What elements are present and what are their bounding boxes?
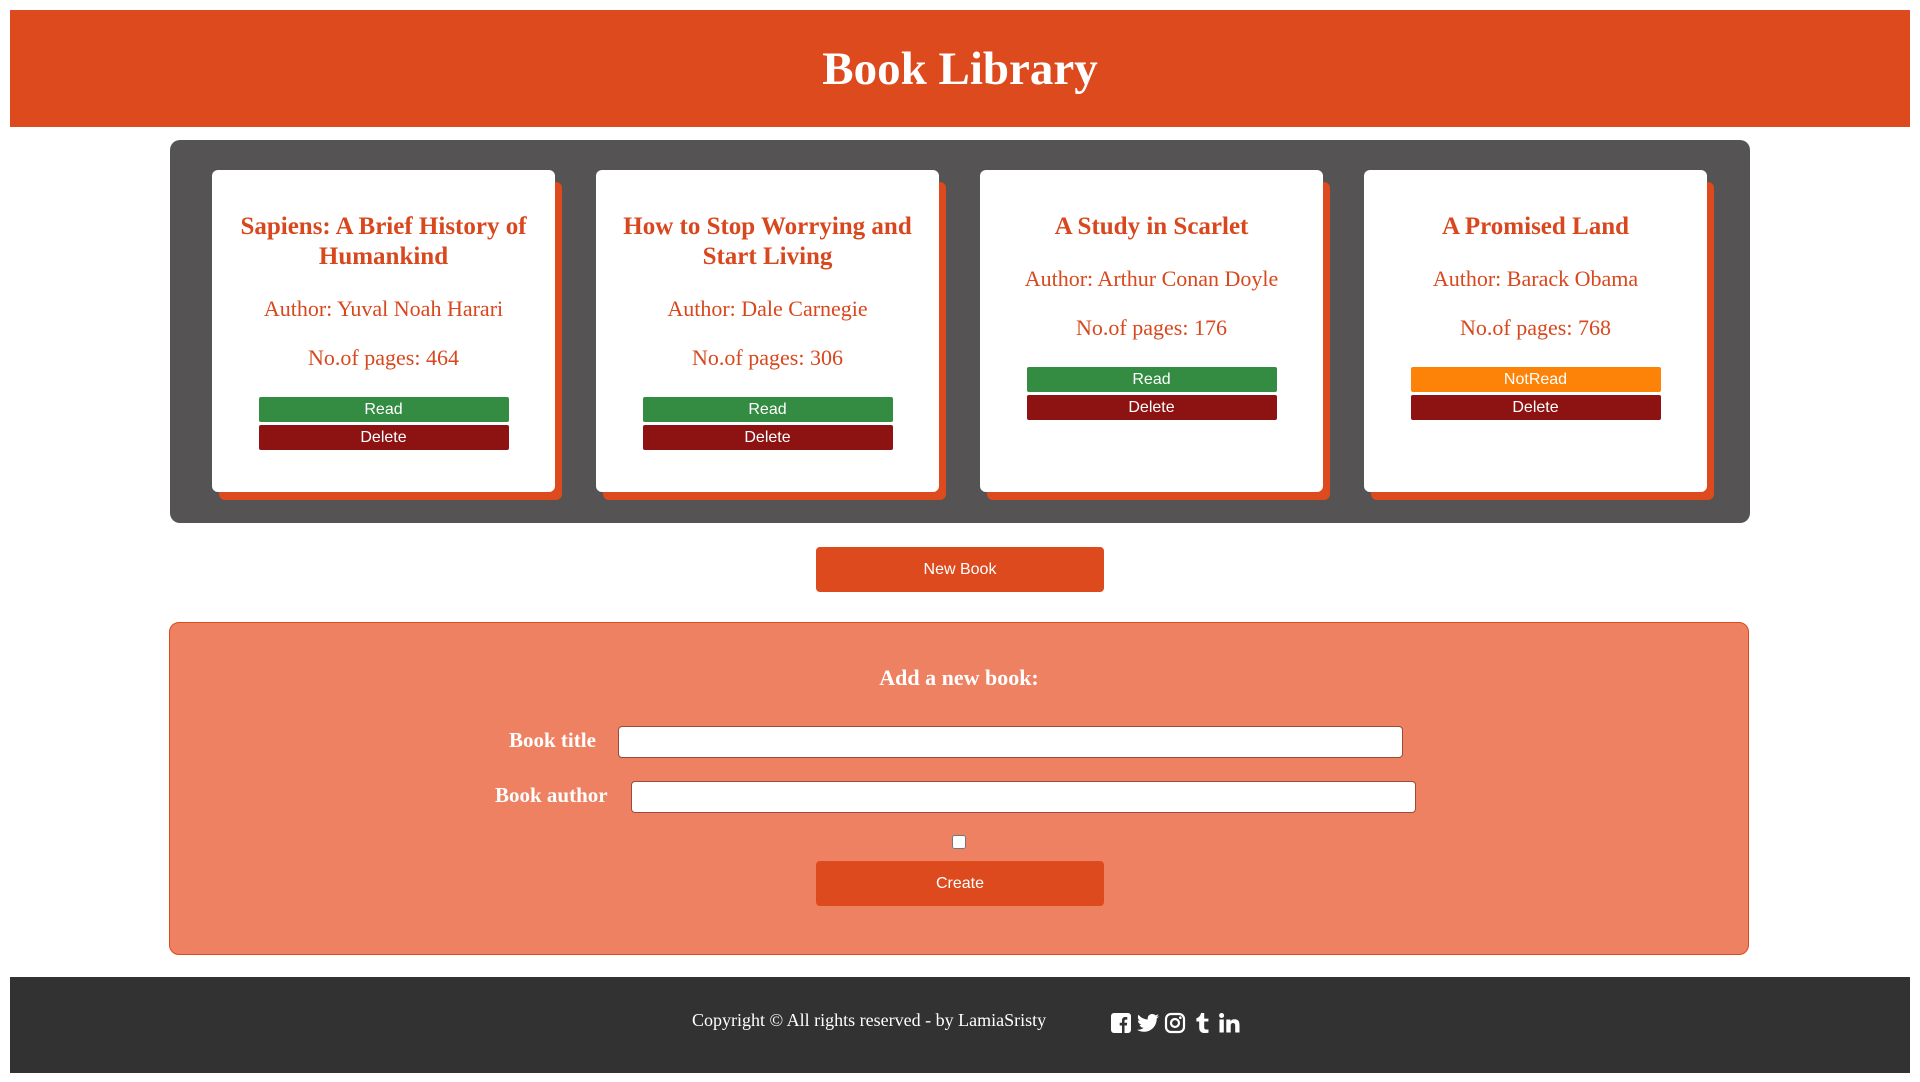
tumblr-icon[interactable] [1190,1011,1214,1035]
delete-button[interactable]: Delete [1026,395,1277,420]
book-pages: No.of pages: 768 [1460,315,1611,340]
form-heading: Add a new book: [879,665,1039,690]
delete-button[interactable]: Delete [642,425,893,450]
create-button[interactable]: Create [816,861,1104,906]
linkedin-icon[interactable] [1217,1011,1241,1035]
read-status-button[interactable]: Read [258,397,509,422]
book-card-body: A Study in Scarlet Author: Arthur Conan … [980,170,1323,492]
book-author: Author: Barack Obama [1432,266,1639,291]
book-library-grid: Sapiens: A Brief History of Humankind Au… [170,140,1750,523]
book-author: Author: Dale Carnegie [667,296,868,321]
new-book-button[interactable]: New Book [816,547,1104,592]
copyright-text: Copyright © All rights reserved - by Lam… [692,1010,1047,1030]
book-author-label: Book author [495,783,608,807]
read-status-button[interactable]: NotRead [1410,367,1661,392]
book-card: Sapiens: A Brief History of Humankind Au… [212,170,562,500]
book-pages: No.of pages: 464 [308,345,459,370]
book-title: A Study in Scarlet [1054,213,1249,240]
book-title: How to Stop Worrying and Start Living [623,213,912,270]
delete-button[interactable]: Delete [258,425,509,450]
book-actions: NotRead Delete [1410,367,1661,420]
instagram-icon[interactable] [1163,1011,1187,1035]
book-title: Sapiens: A Brief History of Humankind [240,213,527,270]
add-book-form: Add a new book: Book title Book author C… [169,622,1749,955]
book-title-label: Book title [509,728,596,752]
book-author-input[interactable] [631,781,1416,813]
book-card: A Study in Scarlet Author: Arthur Conan … [980,170,1330,500]
book-actions: Read Delete [258,397,509,450]
delete-button[interactable]: Delete [1410,395,1661,420]
page-title: Book Library [822,42,1098,95]
book-card-body: How to Stop Worrying and Start Living Au… [596,170,939,492]
book-card-body: Sapiens: A Brief History of Humankind Au… [212,170,555,492]
book-card-body: A Promised Land Author: Barack Obama No.… [1364,170,1707,492]
book-author: Author: Yuval Noah Harari [263,296,504,321]
book-title-input[interactable] [618,726,1403,758]
book-actions: Read Delete [642,397,893,450]
book-pages: No.of pages: 306 [692,345,843,370]
book-card: How to Stop Worrying and Start Living Au… [596,170,946,500]
read-checkbox[interactable] [952,835,966,849]
facebook-icon[interactable] [1109,1011,1133,1035]
page-header: Book Library [10,10,1910,127]
twitter-icon[interactable] [1136,1011,1160,1035]
book-pages: No.of pages: 176 [1076,315,1227,340]
book-card: A Promised Land Author: Barack Obama No.… [1364,170,1714,500]
social-links [1109,1011,1241,1035]
read-status-button[interactable]: Read [642,397,893,422]
page-footer: Copyright © All rights reserved - by Lam… [10,977,1910,1073]
book-actions: Read Delete [1026,367,1277,420]
book-title: A Promised Land [1441,213,1630,240]
book-author: Author: Arthur Conan Doyle [1024,266,1279,291]
read-status-button[interactable]: Read [1026,367,1277,392]
